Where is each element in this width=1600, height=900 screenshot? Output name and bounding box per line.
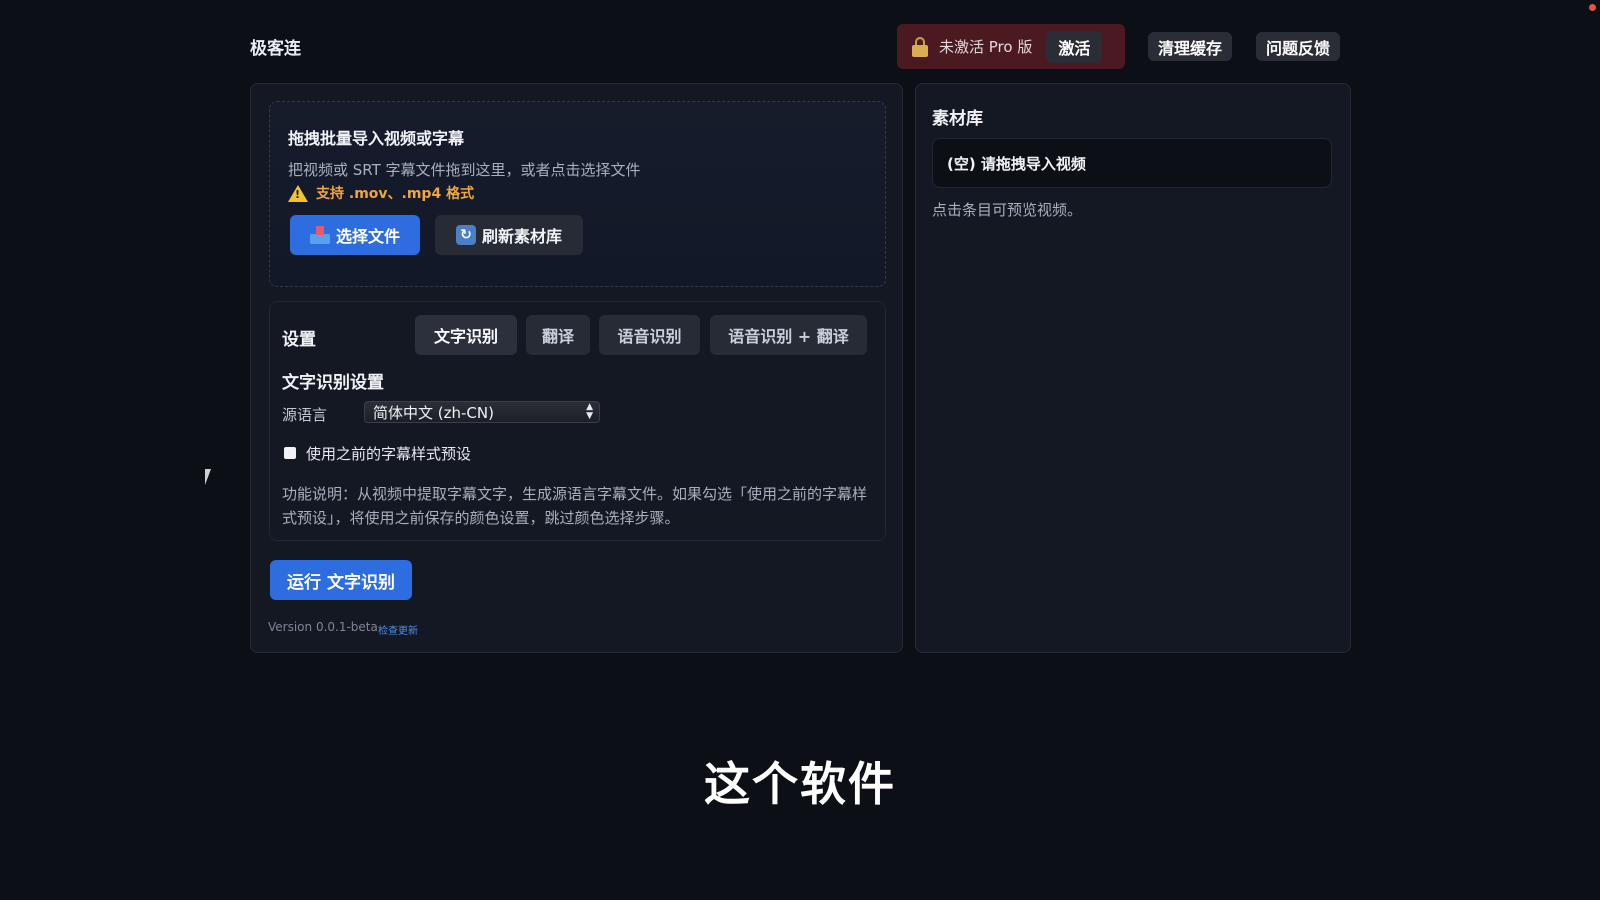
version-text: Version 0.0.1-beta [268, 620, 378, 634]
notification-dot-icon [1589, 4, 1596, 11]
tab-speech-recognition[interactable]: 语音识别 [599, 315, 700, 355]
clear-cache-button[interactable]: 清理缓存 [1148, 32, 1233, 61]
text-recognition-settings-title: 文字识别设置 [282, 373, 384, 393]
settings-title: 设置 [282, 330, 316, 350]
library-list-item[interactable]: (空) 请拖拽导入视频 [932, 138, 1332, 188]
use-previous-style-label[interactable]: 使用之前的字幕样式预设 [306, 443, 471, 464]
tab-speech-recognition-translate[interactable]: 语音识别 + 翻译 [710, 315, 867, 355]
mouse-cursor-icon [205, 469, 211, 485]
format-warning: 支持 .mov、.mp4 格式 [288, 183, 474, 203]
settings-section: 设置 文字识别 翻译 语音识别 语音识别 + 翻译 文字识别设置 源语言 简体中… [269, 301, 886, 541]
source-language-label: 源语言 [282, 406, 328, 424]
refresh-library-button[interactable]: ↻ 刷新素材库 [435, 215, 583, 255]
tab-text-recognition[interactable]: 文字识别 [415, 315, 517, 355]
video-caption: 这个软件 [704, 757, 896, 811]
drop-zone-title: 拖拽批量导入视频或字幕 [288, 129, 465, 148]
drop-zone-description: 把视频或 SRT 字幕文件拖到这里，或者点击选择文件 [288, 161, 641, 179]
refresh-library-label: 刷新素材库 [481, 227, 562, 246]
warning-icon [288, 184, 308, 202]
refresh-icon: ↻ [455, 225, 476, 245]
select-file-label: 选择文件 [335, 227, 400, 246]
tab-translate[interactable]: 翻译 [526, 315, 590, 355]
lock-icon [911, 36, 929, 57]
file-drop-zone[interactable]: 拖拽批量导入视频或字幕 把视频或 SRT 字幕文件拖到这里，或者点击选择文件 支… [269, 101, 886, 287]
app-title: 极客连 [250, 39, 301, 59]
library-hint: 点击条目可预览视频。 [932, 201, 1083, 219]
pro-status-text: 未激活 Pro 版 [939, 38, 1033, 56]
activate-button[interactable]: 激活 [1046, 30, 1103, 63]
select-arrows-icon: ▲ ▼ [586, 402, 593, 421]
run-button[interactable]: 运行 文字识别 [270, 560, 412, 600]
feature-description: 功能说明：从视频中提取字幕文字，生成源语言字幕文件。如果勾选「使用之前的字幕样式… [282, 485, 868, 527]
pro-status-banner: 未激活 Pro 版 激活 [897, 24, 1125, 69]
library-title: 素材库 [932, 109, 983, 129]
check-update-link[interactable]: 检查更新 [378, 622, 418, 637]
source-language-select[interactable]: 简体中文 (zh-CN) ▲ ▼ [364, 401, 600, 423]
inbox-tray-icon [309, 226, 330, 244]
library-panel: 素材库 (空) 请拖拽导入视频 点击条目可预览视频。 [915, 83, 1351, 653]
app-window: 极客连 未激活 Pro 版 激活 清理缓存 问题反馈 拖拽批量导入视频或字幕 把… [0, 0, 1600, 900]
use-previous-style-checkbox[interactable] [284, 447, 296, 459]
feedback-button[interactable]: 问题反馈 [1256, 32, 1341, 61]
source-language-value: 简体中文 (zh-CN) [373, 403, 494, 422]
main-panel: 拖拽批量导入视频或字幕 把视频或 SRT 字幕文件拖到这里，或者点击选择文件 支… [250, 83, 903, 653]
select-file-button[interactable]: 选择文件 [290, 215, 420, 255]
format-warning-text: 支持 .mov、.mp4 格式 [316, 186, 475, 202]
